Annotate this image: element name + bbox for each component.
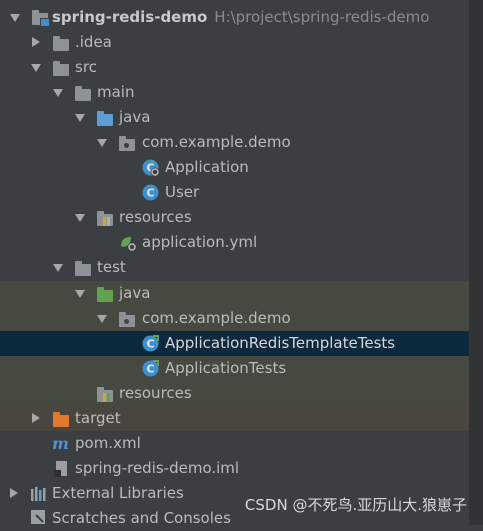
tree-label: ApplicationRedisTemplateTests <box>165 334 396 352</box>
tree-row-application[interactable]: C Application <box>0 155 469 180</box>
folder-icon <box>53 61 70 78</box>
tree-row-user[interactable]: C User <box>0 180 469 205</box>
tree-label: java <box>119 284 151 302</box>
spring-boot-class-icon: C <box>142 159 160 177</box>
chevron-down-icon[interactable] <box>31 64 41 72</box>
test-class-icon: C <box>142 335 159 352</box>
tree-label: main <box>97 83 135 101</box>
project-path: H:\project\spring-redis-demo <box>214 8 430 26</box>
tree-row-redis-tests[interactable]: C ApplicationRedisTemplateTests <box>0 331 469 356</box>
tree-label: com.example.demo <box>142 309 291 327</box>
folder-icon <box>75 86 92 103</box>
tree-row-test-java[interactable]: java <box>0 281 469 306</box>
tree-label: Application <box>165 158 249 176</box>
tree-label: .idea <box>75 33 112 51</box>
chevron-down-icon[interactable] <box>75 214 85 222</box>
tree-label: application.yml <box>142 233 258 251</box>
tree-row-test[interactable]: test <box>0 255 469 280</box>
tree-row-main-package[interactable]: com.example.demo <box>0 130 469 155</box>
tree-label: User <box>165 183 200 201</box>
package-icon <box>119 136 136 153</box>
tree-label: test <box>97 258 126 276</box>
test-resources-folder-icon <box>97 387 114 404</box>
scratches-icon <box>30 509 47 526</box>
chevron-down-icon[interactable] <box>10 14 20 22</box>
libraries-icon <box>30 485 47 502</box>
svg-text:C: C <box>146 187 154 200</box>
class-icon: C <box>142 184 159 201</box>
tree-row-test-package[interactable]: com.example.demo <box>0 306 469 331</box>
tree-row-application-yml[interactable]: application.yml <box>0 230 469 255</box>
tree-label: java <box>119 108 151 126</box>
chevron-down-icon[interactable] <box>97 315 107 323</box>
tree-row-project-root[interactable]: spring-redis-demo H:\project\spring-redis… <box>0 5 469 30</box>
project-tree: spring-redis-demo H:\project\spring-redis… <box>0 0 469 527</box>
tree-row-idea[interactable]: .idea <box>0 30 469 55</box>
editor-gutter <box>469 0 483 525</box>
module-folder-icon <box>32 10 50 27</box>
resources-folder-icon <box>97 211 114 228</box>
watermark: CSDN @不死鸟.亚历山大.狼崽子 <box>244 496 467 514</box>
folder-icon <box>53 36 70 53</box>
chevron-down-icon[interactable] <box>75 290 85 298</box>
maven-file-icon: m <box>52 434 69 453</box>
chevron-down-icon[interactable] <box>75 114 85 122</box>
tree-label: External Libraries <box>52 484 184 502</box>
excluded-folder-icon <box>53 412 70 429</box>
tree-row-src[interactable]: src <box>0 55 469 80</box>
folder-icon <box>75 261 92 278</box>
spring-config-file-icon <box>119 234 137 252</box>
tree-row-main[interactable]: main <box>0 80 469 105</box>
tree-label: ApplicationTests <box>165 359 287 377</box>
test-source-folder-icon <box>97 287 114 304</box>
tree-row-app-tests[interactable]: C ApplicationTests <box>0 356 469 381</box>
tree-label: com.example.demo <box>142 133 291 151</box>
tree-row-main-java[interactable]: java <box>0 105 469 130</box>
tree-label: resources <box>119 384 192 402</box>
tree-row-test-resources[interactable]: resources <box>0 381 469 406</box>
svg-text:m: m <box>52 435 69 453</box>
tree-label: Scratches and Consoles <box>52 509 231 527</box>
chevron-down-icon[interactable] <box>53 264 63 272</box>
tree-label: target <box>75 409 121 427</box>
svg-text:C: C <box>146 363 154 376</box>
tree-label: resources <box>119 208 192 226</box>
tree-label: spring-redis-demo.iml <box>75 459 240 477</box>
test-class-icon: C <box>142 360 159 377</box>
chevron-down-icon[interactable] <box>53 89 63 97</box>
chevron-right-icon[interactable] <box>32 413 40 423</box>
source-folder-icon <box>97 111 114 128</box>
tree-row-pom[interactable]: m pom.xml <box>0 431 469 456</box>
chevron-right-icon[interactable] <box>32 37 40 47</box>
chevron-right-icon[interactable] <box>10 488 18 498</box>
chevron-down-icon[interactable] <box>97 139 107 147</box>
package-icon <box>119 312 136 329</box>
tree-label: pom.xml <box>75 434 141 452</box>
tree-row-main-resources[interactable]: resources <box>0 205 469 230</box>
tree-row-target[interactable]: target <box>0 406 469 431</box>
module-file-icon <box>53 460 70 477</box>
svg-text:C: C <box>146 338 154 351</box>
tree-label: src <box>75 58 97 76</box>
project-name: spring-redis-demo <box>52 8 208 26</box>
tree-row-iml[interactable]: spring-redis-demo.iml <box>0 456 469 481</box>
